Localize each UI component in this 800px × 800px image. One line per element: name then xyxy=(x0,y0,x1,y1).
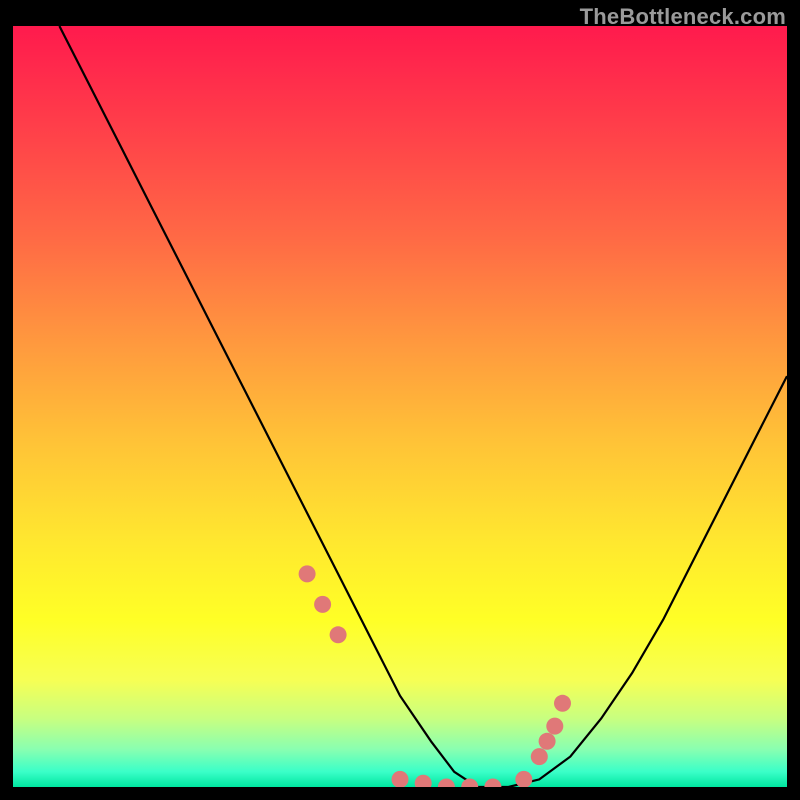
curve-marker xyxy=(415,775,432,787)
curve-marker xyxy=(484,779,501,788)
chart-svg xyxy=(13,26,787,787)
curve-marker xyxy=(299,565,316,582)
curve-marker xyxy=(546,718,563,735)
curve-marker xyxy=(392,771,409,787)
watermark-text: TheBottleneck.com xyxy=(580,4,786,30)
curve-marker xyxy=(314,596,331,613)
curve-marker xyxy=(461,779,478,788)
curve-marker xyxy=(515,771,532,787)
curve-marker xyxy=(554,695,571,712)
chart-area xyxy=(13,26,787,787)
curve-marker xyxy=(531,748,548,765)
curve-marker xyxy=(330,626,347,643)
curve-marker xyxy=(539,733,556,750)
curve-marker xyxy=(438,779,455,788)
curve-markers xyxy=(299,565,571,787)
curve-line xyxy=(59,26,787,787)
